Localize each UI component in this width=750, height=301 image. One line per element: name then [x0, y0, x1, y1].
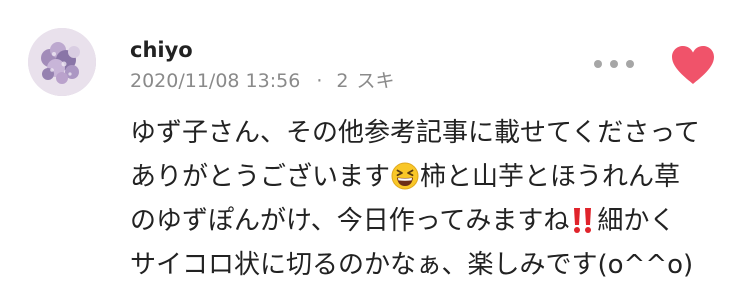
more-dots-icon: [594, 60, 602, 68]
more-options-button[interactable]: [594, 52, 634, 76]
comment-card: chiyo 2020/11/08 13:56 · 2 スキ ゆず子さん、その他参考記事…: [0, 0, 750, 301]
likes-count: 2: [336, 70, 349, 92]
flower-avatar-icon: [28, 28, 96, 96]
avatar[interactable]: [28, 28, 96, 96]
comment-date: 2020/11/08 13:56: [130, 70, 301, 92]
more-dots-icon: [626, 60, 634, 68]
likes-label: スキ: [356, 70, 395, 92]
body-text-segment: 柿と山芋とほうれん草: [420, 162, 681, 192]
heart-icon: [672, 46, 714, 84]
grinning-squinting-face-emoji: [391, 160, 419, 204]
comment-body: ゆず子さん、その他参考記事に載せてくださって ありがとうございます 柿と山芋とほ…: [130, 111, 730, 287]
double-exclamation-emoji: [570, 204, 596, 248]
body-text-segment: のゆずぽんがけ、今日作ってみますね: [130, 206, 570, 236]
body-text-segment: ありがとうございます: [130, 162, 391, 192]
body-text-segment: 細かく: [597, 206, 676, 236]
more-dots-icon: [610, 60, 618, 68]
comment-meta: 2020/11/08 13:56 · 2 スキ: [130, 69, 394, 93]
comment-body-line: のゆずぽんがけ、今日作ってみますね 細かく: [130, 199, 730, 243]
comment-body-line: ありがとうございます 柿と山芋とほうれん草: [130, 155, 730, 199]
comment-author[interactable]: chiyo: [130, 37, 193, 63]
comment-body-line: ゆず子さん、その他参考記事に載せてくださって: [130, 118, 700, 148]
like-button[interactable]: [670, 44, 716, 86]
meta-separator: ·: [316, 70, 323, 92]
comment-body-line: サイコロ状に切るのかなぁ、楽しみです(o^^o): [130, 250, 694, 280]
